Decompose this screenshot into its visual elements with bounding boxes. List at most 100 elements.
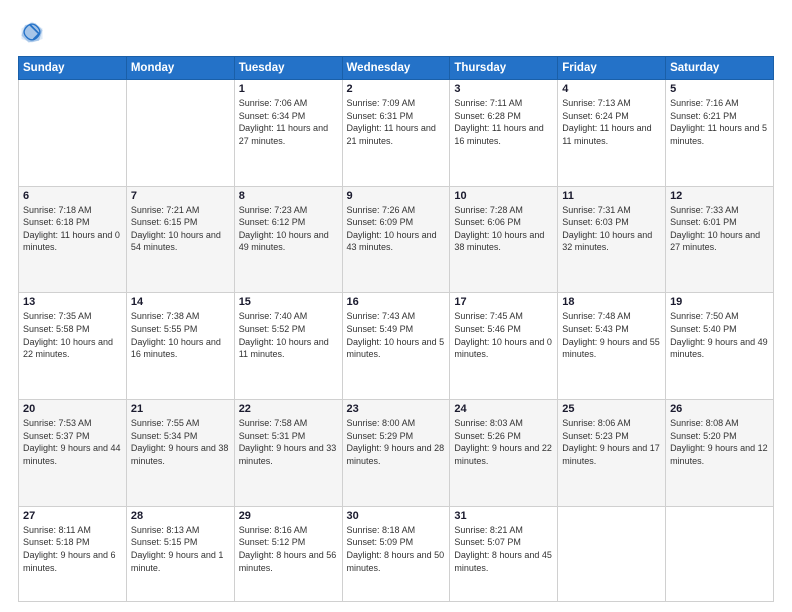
calendar-cell: 11 Sunrise: 7:31 AM Sunset: 6:03 PM Dayli… [558, 186, 666, 293]
calendar-cell: 29 Sunrise: 8:16 AM Sunset: 5:12 PM Dayli… [234, 506, 342, 601]
calendar-cell: 6 Sunrise: 7:18 AM Sunset: 6:18 PM Daylig… [19, 186, 127, 293]
logo-icon [18, 18, 46, 46]
day-number: 12 [670, 190, 769, 202]
day-number: 24 [454, 403, 553, 415]
calendar-cell: 23Sunrise: 8:00 AM Sunset: 5:29 PM Dayli… [342, 400, 450, 507]
week-row-0: 1 Sunrise: 7:06 AM Sunset: 6:34 PM Daylig… [19, 80, 774, 187]
calendar-cell: 28 Sunrise: 8:13 AM Sunset: 5:15 PM Dayli… [126, 506, 234, 601]
calendar-cell: 26 Sunrise: 8:08 AM Sunset: 5:20 PM Dayli… [666, 400, 774, 507]
day-info: Sunrise: 7:28 AM Sunset: 6:06 PM Dayligh… [454, 204, 553, 254]
calendar-cell: 3Sunrise: 7:11 AM Sunset: 6:28 PM Daylig… [450, 80, 558, 187]
day-number: 17 [454, 296, 553, 308]
weekday-saturday: Saturday [666, 57, 774, 80]
calendar-cell: 25 Sunrise: 8:06 AM Sunset: 5:23 PM Dayli… [558, 400, 666, 507]
calendar-cell: 9 Sunrise: 7:26 AM Sunset: 6:09 PM Daylig… [342, 186, 450, 293]
calendar-cell: 8 Sunrise: 7:23 AM Sunset: 6:12 PM Daylig… [234, 186, 342, 293]
day-number: 26 [670, 403, 769, 415]
day-info: Sunrise: 7:31 AM Sunset: 6:03 PM Dayligh… [562, 204, 661, 254]
calendar-cell [126, 80, 234, 187]
day-info: Sunrise: 7:45 AM Sunset: 5:46 PM Dayligh… [454, 310, 553, 360]
calendar-cell [19, 80, 127, 187]
day-number: 29 [239, 510, 338, 522]
weekday-tuesday: Tuesday [234, 57, 342, 80]
calendar-cell: 2 Sunrise: 7:09 AM Sunset: 6:31 PM Daylig… [342, 80, 450, 187]
calendar-cell: 22 Sunrise: 7:58 AM Sunset: 5:31 PM Dayli… [234, 400, 342, 507]
day-number: 5 [670, 83, 769, 95]
day-info: Sunrise: 8:21 AM Sunset: 5:07 PM Dayligh… [454, 524, 553, 574]
day-number: 4 [562, 83, 661, 95]
day-info: Sunrise: 7:43 AM Sunset: 5:49 PM Dayligh… [347, 310, 446, 360]
day-number: 21 [131, 403, 230, 415]
day-info: Sunrise: 7:09 AM Sunset: 6:31 PM Dayligh… [347, 97, 446, 147]
day-number: 25 [562, 403, 661, 415]
day-info: Sunrise: 7:26 AM Sunset: 6:09 PM Dayligh… [347, 204, 446, 254]
calendar-cell: 18Sunrise: 7:48 AM Sunset: 5:43 PM Dayli… [558, 293, 666, 400]
weekday-header-row: SundayMondayTuesdayWednesdayThursdayFrid… [19, 57, 774, 80]
day-info: Sunrise: 7:50 AM Sunset: 5:40 PM Dayligh… [670, 310, 769, 360]
calendar-cell: 19 Sunrise: 7:50 AM Sunset: 5:40 PM Dayli… [666, 293, 774, 400]
day-info: Sunrise: 8:13 AM Sunset: 5:15 PM Dayligh… [131, 524, 230, 574]
day-number: 18 [562, 296, 661, 308]
day-info: Sunrise: 8:08 AM Sunset: 5:20 PM Dayligh… [670, 417, 769, 467]
day-info: Sunrise: 7:35 AM Sunset: 5:58 PM Dayligh… [23, 310, 122, 360]
day-number: 1 [239, 83, 338, 95]
day-number: 8 [239, 190, 338, 202]
week-row-2: 13 Sunrise: 7:35 AM Sunset: 5:58 PM Dayli… [19, 293, 774, 400]
calendar-cell: 21 Sunrise: 7:55 AM Sunset: 5:34 PM Dayli… [126, 400, 234, 507]
header [18, 18, 774, 46]
day-info: Sunrise: 8:16 AM Sunset: 5:12 PM Dayligh… [239, 524, 338, 574]
day-number: 30 [347, 510, 446, 522]
day-info: Sunrise: 7:33 AM Sunset: 6:01 PM Dayligh… [670, 204, 769, 254]
day-info: Sunrise: 7:40 AM Sunset: 5:52 PM Dayligh… [239, 310, 338, 360]
day-info: Sunrise: 7:53 AM Sunset: 5:37 PM Dayligh… [23, 417, 122, 467]
day-info: Sunrise: 7:21 AM Sunset: 6:15 PM Dayligh… [131, 204, 230, 254]
day-number: 31 [454, 510, 553, 522]
calendar-cell: 4Sunrise: 7:13 AM Sunset: 6:24 PM Daylig… [558, 80, 666, 187]
calendar-cell: 7 Sunrise: 7:21 AM Sunset: 6:15 PM Daylig… [126, 186, 234, 293]
calendar-cell: 10Sunrise: 7:28 AM Sunset: 6:06 PM Dayli… [450, 186, 558, 293]
weekday-wednesday: Wednesday [342, 57, 450, 80]
calendar-table: SundayMondayTuesdayWednesdayThursdayFrid… [18, 56, 774, 602]
calendar-cell: 5 Sunrise: 7:16 AM Sunset: 6:21 PM Daylig… [666, 80, 774, 187]
day-number: 28 [131, 510, 230, 522]
day-info: Sunrise: 7:18 AM Sunset: 6:18 PM Dayligh… [23, 204, 122, 254]
calendar-cell: 16 Sunrise: 7:43 AM Sunset: 5:49 PM Dayli… [342, 293, 450, 400]
weekday-monday: Monday [126, 57, 234, 80]
day-number: 15 [239, 296, 338, 308]
day-info: Sunrise: 7:58 AM Sunset: 5:31 PM Dayligh… [239, 417, 338, 467]
week-row-1: 6 Sunrise: 7:18 AM Sunset: 6:18 PM Daylig… [19, 186, 774, 293]
calendar-cell [558, 506, 666, 601]
day-number: 13 [23, 296, 122, 308]
day-number: 20 [23, 403, 122, 415]
day-info: Sunrise: 8:11 AM Sunset: 5:18 PM Dayligh… [23, 524, 122, 574]
weekday-thursday: Thursday [450, 57, 558, 80]
day-number: 9 [347, 190, 446, 202]
day-number: 23 [347, 403, 446, 415]
day-number: 2 [347, 83, 446, 95]
day-info: Sunrise: 7:06 AM Sunset: 6:34 PM Dayligh… [239, 97, 338, 147]
day-number: 6 [23, 190, 122, 202]
weekday-sunday: Sunday [19, 57, 127, 80]
day-number: 19 [670, 296, 769, 308]
page: SundayMondayTuesdayWednesdayThursdayFrid… [0, 0, 792, 612]
day-info: Sunrise: 7:16 AM Sunset: 6:21 PM Dayligh… [670, 97, 769, 147]
calendar-cell: 30Sunrise: 8:18 AM Sunset: 5:09 PM Dayli… [342, 506, 450, 601]
day-number: 11 [562, 190, 661, 202]
day-number: 27 [23, 510, 122, 522]
day-number: 16 [347, 296, 446, 308]
day-number: 14 [131, 296, 230, 308]
day-number: 22 [239, 403, 338, 415]
day-info: Sunrise: 7:38 AM Sunset: 5:55 PM Dayligh… [131, 310, 230, 360]
day-number: 7 [131, 190, 230, 202]
day-info: Sunrise: 7:55 AM Sunset: 5:34 PM Dayligh… [131, 417, 230, 467]
calendar-cell: 13 Sunrise: 7:35 AM Sunset: 5:58 PM Dayli… [19, 293, 127, 400]
day-number: 3 [454, 83, 553, 95]
calendar-cell: 12 Sunrise: 7:33 AM Sunset: 6:01 PM Dayli… [666, 186, 774, 293]
calendar-cell: 20 Sunrise: 7:53 AM Sunset: 5:37 PM Dayli… [19, 400, 127, 507]
day-info: Sunrise: 8:03 AM Sunset: 5:26 PM Dayligh… [454, 417, 553, 467]
day-info: Sunrise: 8:06 AM Sunset: 5:23 PM Dayligh… [562, 417, 661, 467]
logo [18, 18, 50, 46]
day-info: Sunrise: 7:23 AM Sunset: 6:12 PM Dayligh… [239, 204, 338, 254]
calendar-cell: 27 Sunrise: 8:11 AM Sunset: 5:18 PM Dayli… [19, 506, 127, 601]
calendar-cell: 14 Sunrise: 7:38 AM Sunset: 5:55 PM Dayli… [126, 293, 234, 400]
